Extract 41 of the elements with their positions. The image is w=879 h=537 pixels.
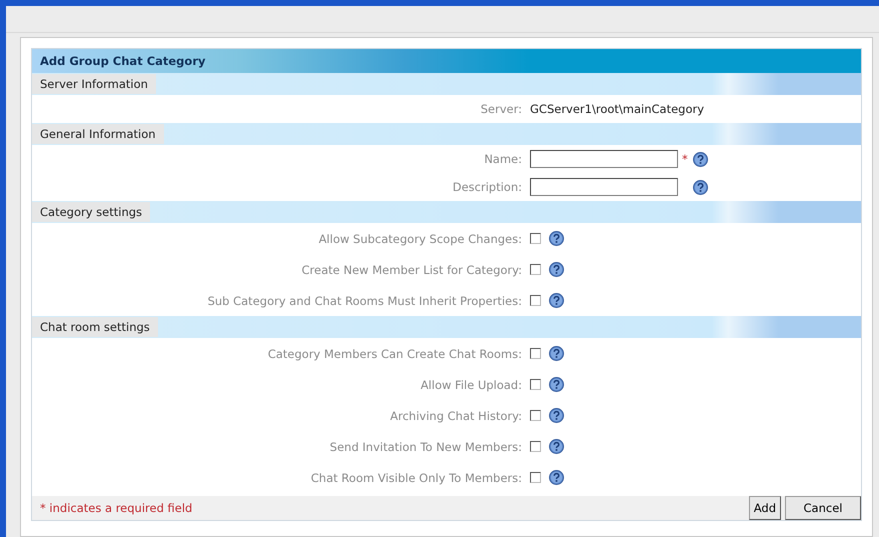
help-icon[interactable] [549,346,564,361]
checkbox[interactable] [530,410,541,421]
help-icon[interactable] [549,262,564,277]
help-icon[interactable] [549,408,564,423]
help-icon[interactable] [549,293,564,308]
field-label: Description: [452,180,523,194]
checkbox[interactable] [530,441,541,452]
help-icon[interactable] [693,152,708,166]
section-header: Server Information [32,73,861,95]
field-label: Category Members Can Create Chat Rooms: [266,346,523,360]
help-icon[interactable] [549,231,564,246]
field-label: Archiving Chat History: [389,408,523,422]
field-label: Allow File Upload: [420,378,523,392]
checkbox[interactable] [530,264,541,275]
checkbox[interactable] [530,379,541,390]
help-icon[interactable] [549,377,564,392]
section-header: Chat room settings [32,316,861,338]
checkbox[interactable] [530,472,541,483]
required-note: * indicates a required field [40,501,192,515]
dialog-title: Add Group Chat Category [32,49,861,73]
help-icon[interactable] [549,439,564,454]
input-field[interactable] [530,178,678,196]
field-label: Allow Subcategory Scope Changes: [318,232,523,246]
field-label: Sub Category and Chat Rooms Must Inherit Properties: [206,294,523,308]
server-value: GCServer1\root\mainCategory [530,102,704,116]
input-field[interactable] [530,150,678,168]
help-icon[interactable] [693,180,708,194]
section-header: General Information [32,123,861,145]
add-button[interactable]: Add [748,496,781,520]
field-label: Name: [483,152,523,166]
checkbox[interactable] [530,348,541,359]
cancel-button[interactable]: Cancel [785,496,861,520]
field-label: Chat Room Visible Only To Members: [310,470,523,484]
checkbox[interactable] [530,295,541,306]
checkbox[interactable] [530,233,541,244]
required-mark: * [682,152,689,166]
field-label: Create New Member List for Category: [300,262,523,276]
field-label: Send Invitation To New Members: [328,440,523,454]
field-label: Server: [480,102,523,116]
section-header: Category settings [32,201,861,223]
help-icon[interactable] [549,470,564,485]
